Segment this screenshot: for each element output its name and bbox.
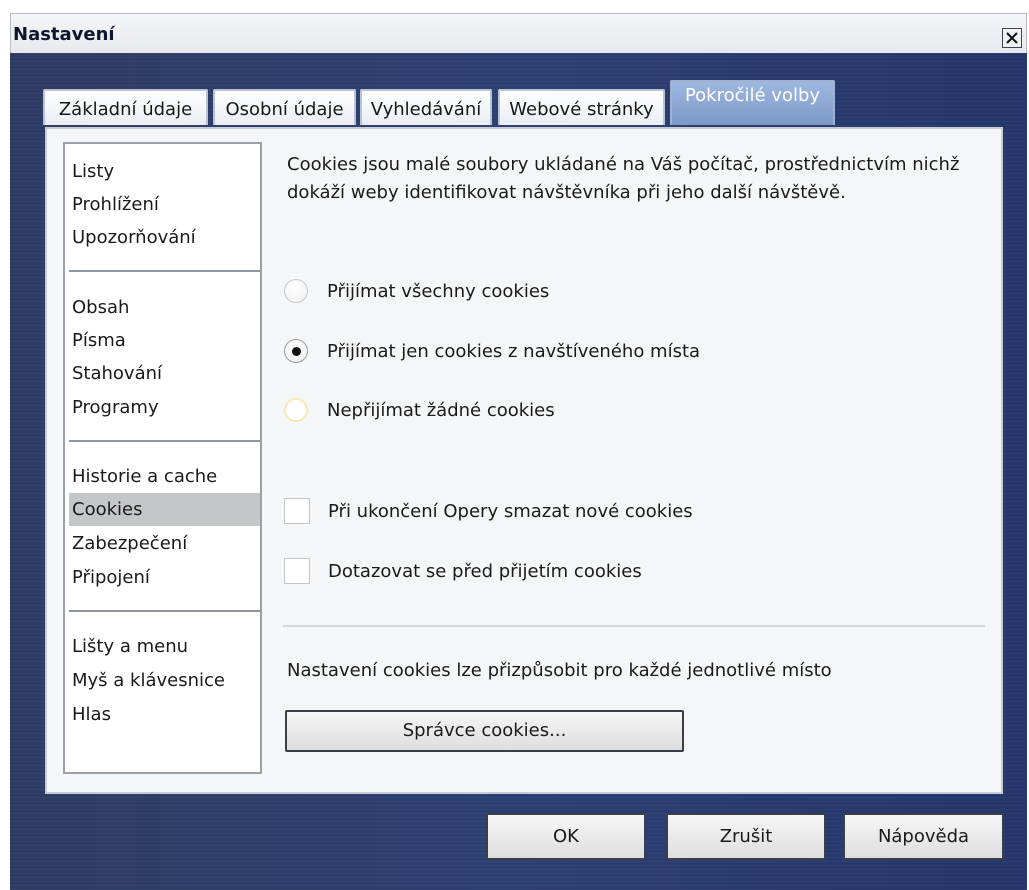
radio-button[interactable] bbox=[284, 279, 308, 303]
checkbox-label: Dotazovat se před přijetím cookies bbox=[328, 560, 642, 582]
sidebar-item-pisma[interactable]: Písma bbox=[69, 324, 260, 357]
radio-label: Přijímat jen cookies z navštíveného míst… bbox=[327, 340, 701, 362]
tab-zakladni-udaje[interactable]: Základní údaje bbox=[43, 89, 208, 125]
sidebar-divider bbox=[69, 610, 260, 612]
cookie-manager-button[interactable]: Správce cookies... bbox=[285, 710, 684, 752]
radio-label: Přijímat všechny cookies bbox=[327, 280, 550, 302]
cancel-button[interactable]: Zrušit bbox=[666, 813, 826, 860]
checkbox-label: Při ukončení Opery smazat nové cookies bbox=[328, 500, 693, 522]
cookies-description: Cookies jsou malé soubory ukládané na Vá… bbox=[287, 154, 960, 203]
sidebar-divider bbox=[69, 270, 260, 272]
checkbox[interactable] bbox=[284, 558, 310, 584]
tab-osobni-udaje[interactable]: Osobní údaje bbox=[213, 89, 356, 125]
radio-selected-dot bbox=[291, 346, 301, 356]
sidebar-item-listy-a-menu[interactable]: Lišty a menu bbox=[69, 630, 260, 663]
sidebar-item-programy[interactable]: Programy bbox=[69, 391, 260, 424]
tab-webove-stranky[interactable]: Webové stránky bbox=[498, 89, 665, 125]
checkbox-ask-before-accept[interactable]: Dotazovat se před přijetím cookies bbox=[284, 556, 642, 586]
sidebar-item-mys-a-klavesnice[interactable]: Myš a klávesnice bbox=[69, 664, 260, 697]
radio-label: Nepřijímat žádné cookies bbox=[327, 399, 555, 421]
tab-vyhledavani[interactable]: Vyhledávání bbox=[360, 89, 492, 125]
close-icon[interactable] bbox=[1002, 28, 1022, 48]
sidebar-item-zabezpeceni[interactable]: Zabezpečení bbox=[69, 527, 260, 560]
radio-accept-visited-only[interactable]: Přijímat jen cookies z navštíveného míst… bbox=[284, 336, 700, 366]
settings-category-list: Listy Prohlížení Upozorňování Obsah Písm… bbox=[63, 142, 262, 774]
per-site-hint: Nastavení cookies lze přizpůsobit pro ka… bbox=[287, 660, 832, 681]
sidebar-item-historie-a-cache[interactable]: Historie a cache bbox=[69, 460, 260, 493]
sidebar-item-hlas[interactable]: Hlas bbox=[69, 698, 260, 731]
sidebar-divider bbox=[69, 440, 260, 442]
ok-button[interactable]: OK bbox=[486, 813, 646, 860]
radio-button[interactable] bbox=[284, 398, 308, 422]
sidebar-item-prohlizeni[interactable]: Prohlížení bbox=[69, 188, 260, 221]
sidebar-item-stahovani[interactable]: Stahování bbox=[69, 357, 260, 390]
checkbox-delete-on-exit[interactable]: Při ukončení Opery smazat nové cookies bbox=[284, 496, 693, 526]
sidebar-item-obsah[interactable]: Obsah bbox=[69, 291, 260, 324]
sidebar-item-pripojeni[interactable]: Připojení bbox=[69, 561, 260, 594]
sidebar-item-cookies[interactable]: Cookies bbox=[69, 493, 260, 526]
sidebar-item-listy[interactable]: Listy bbox=[69, 155, 260, 188]
help-button[interactable]: Nápověda bbox=[843, 813, 1004, 860]
window-title: Nastavení bbox=[13, 24, 115, 45]
radio-accept-all[interactable]: Přijímat všechny cookies bbox=[284, 276, 549, 306]
tab-pokrocile-volby[interactable]: Pokročilé volby bbox=[670, 80, 835, 125]
radio-button[interactable] bbox=[284, 339, 308, 363]
radio-accept-none[interactable]: Nepřijímat žádné cookies bbox=[284, 395, 555, 425]
title-bar[interactable]: Nastavení bbox=[10, 13, 1027, 53]
checkbox[interactable] bbox=[284, 498, 310, 524]
section-divider bbox=[283, 625, 985, 627]
sidebar-item-upozornovani[interactable]: Upozorňování bbox=[69, 221, 260, 254]
